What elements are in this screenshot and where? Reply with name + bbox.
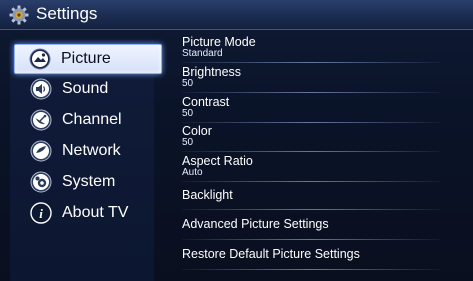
svg-text:i: i [39,206,43,221]
setting-color[interactable]: Color 50 [182,123,440,152]
network-globe-icon [30,140,52,162]
divider [182,62,440,63]
settings-screen: Settings Picture Sound Channel Network S… [0,0,473,281]
setting-contrast[interactable]: Contrast 50 [182,94,440,123]
divider [182,209,440,210]
menu-label-network: Network [62,142,121,159]
menu-label-picture: Picture [61,50,111,67]
setting-aspect-ratio[interactable]: Aspect Ratio Auto [182,153,440,182]
picture-icon [29,48,51,70]
settings-gear-icon [9,5,29,25]
setting-name: Contrast [182,95,230,109]
setting-restore-default[interactable]: Restore Default Picture Settings [182,241,440,270]
menu-item-picture[interactable]: Picture [14,44,162,74]
menu-label-sound: Sound [62,80,109,97]
setting-picture-mode[interactable]: Picture Mode Standard [182,34,440,63]
setting-name: Aspect Ratio [182,154,253,168]
menu-label-system: System [62,173,116,190]
divider [182,269,440,270]
setting-value: 50 [182,78,194,89]
menu-item-sound[interactable]: Sound [16,75,154,103]
setting-value: 50 [182,108,194,119]
setting-name: Picture Mode [182,35,256,49]
setting-backlight[interactable]: Backlight [182,183,440,210]
setting-brightness[interactable]: Brightness 50 [182,64,440,93]
left-menu: Picture Sound Channel Network System i A… [10,40,162,281]
setting-name: Restore Default Picture Settings [182,247,360,261]
menu-item-about-tv[interactable]: i About TV [16,199,154,227]
setting-value: Standard [182,48,223,59]
divider [182,181,440,182]
setting-value: Auto [182,167,203,178]
menu-item-system[interactable]: System [16,168,154,196]
setting-name: Brightness [182,65,242,79]
setting-value: 50 [182,137,194,148]
divider [182,151,440,152]
menu-item-network[interactable]: Network [16,137,154,165]
setting-name: Color [182,124,212,138]
speaker-icon [30,78,52,100]
setting-advanced-picture[interactable]: Advanced Picture Settings [182,211,440,240]
divider [182,239,440,240]
info-icon: i [30,202,52,224]
menu-item-channel[interactable]: Channel [16,106,154,134]
title-bar: Settings [0,0,473,30]
satellite-dish-icon [30,109,52,131]
setting-name: Advanced Picture Settings [182,217,329,231]
divider [182,92,440,93]
menu-label-channel: Channel [62,111,122,128]
setting-name: Backlight [182,188,233,202]
menu-label-about-tv: About TV [62,204,129,221]
page-title: Settings [36,4,98,23]
system-gear-icon [30,171,52,193]
